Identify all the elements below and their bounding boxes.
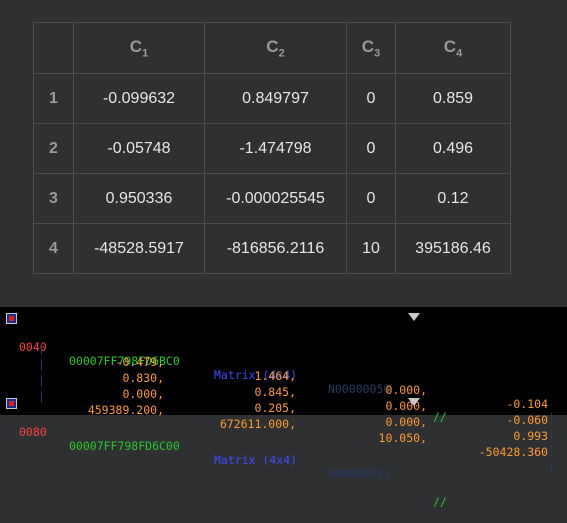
dropdown-arrow-icon[interactable] xyxy=(408,313,420,321)
matrix-value: 672611.000, xyxy=(219,417,296,431)
entry-comment: // xyxy=(433,495,447,509)
table-cell[interactable]: -1.474798 xyxy=(204,123,347,174)
table-cell[interactable]: -0.000025545 xyxy=(204,173,347,224)
matrix-table: C1 C2 C3 C4 1 -0.099632 0.849797 0 0.859… xyxy=(33,22,511,274)
matrix-value: 0.993 xyxy=(513,429,548,443)
column-header-c1[interactable]: C1 xyxy=(73,22,205,74)
matrix-value: 0.000, xyxy=(385,415,427,429)
matrix-value-row: | -0.479, 1.464, 0.000, -0.104 | xyxy=(38,341,555,425)
table-cell[interactable]: 0.12 xyxy=(395,173,511,224)
matrix-node-icon xyxy=(6,398,17,409)
table-row: 1 -0.099632 0.849797 0 0.859 xyxy=(33,73,511,124)
matrix-node-icon xyxy=(6,313,17,324)
entry-address: 00007FF798FD6C00 xyxy=(69,439,180,453)
matrix-value: 0.000, xyxy=(385,399,427,413)
entry-comment: // xyxy=(433,410,447,424)
entry-id: N00000051 xyxy=(328,467,391,481)
table-cell[interactable]: -48528.5917 xyxy=(73,223,205,274)
table-cell[interactable]: 0 xyxy=(346,173,396,224)
table-cell[interactable]: -816856.2116 xyxy=(204,223,347,274)
table-cell[interactable]: 0.950336 xyxy=(73,173,205,224)
corner-cell xyxy=(33,22,74,74)
dropdown-arrow-icon[interactable] xyxy=(408,398,420,406)
table-cell[interactable]: 0 xyxy=(346,73,396,124)
matrix-value: -50428.360 xyxy=(478,445,548,459)
entry-type: Matrix (4x4) xyxy=(214,453,298,467)
matrix-header-row: C1 C2 C3 C4 xyxy=(33,22,511,74)
row-header: 3 xyxy=(33,173,74,224)
table-cell[interactable]: 10 xyxy=(346,223,396,274)
row-header: 4 xyxy=(33,223,74,274)
table-cell[interactable]: -0.05748 xyxy=(73,123,205,174)
matrix-value-row: | 459389.200, 672611.000, 10.050, -50428… xyxy=(38,389,555,473)
table-cell[interactable]: 0.496 xyxy=(395,123,511,174)
row-header: 1 xyxy=(33,73,74,124)
matrix-value: 0.205, xyxy=(254,401,296,415)
table-cell[interactable]: -0.099632 xyxy=(73,73,205,124)
console-entry-row[interactable]: 0040 00007FF798FD6BC0 Matrix (4x4) N0000… xyxy=(0,312,447,424)
table-row: 4 -48528.5917 -816856.2116 10 395186.46 xyxy=(33,223,511,274)
table-cell[interactable]: 0 xyxy=(346,123,396,174)
column-header-c3[interactable]: C3 xyxy=(346,22,396,74)
matrix-value: -0.060 xyxy=(506,413,548,427)
matrix-value: 10.050, xyxy=(378,431,427,445)
matrix-value: 0.000, xyxy=(122,387,164,401)
console-entry-row[interactable]: 0080 00007FF798FD6C00 Matrix (4x4) N0000… xyxy=(0,397,447,509)
row-header: 2 xyxy=(33,123,74,174)
memory-console: 0040 00007FF798FD6BC0 Matrix (4x4) N0000… xyxy=(0,307,567,509)
table-cell[interactable]: 0.859 xyxy=(395,73,511,124)
matrix-value: -0.104 xyxy=(506,397,548,411)
column-header-c4[interactable]: C4 xyxy=(395,22,511,74)
table-row: 3 0.950336 -0.000025545 0 0.12 xyxy=(33,173,511,224)
matrix-view-panel: C1 C2 C3 C4 1 -0.099632 0.849797 0 0.859… xyxy=(0,0,567,307)
matrix-value-row: | 0.830, 0.845, 0.000, -0.060 | xyxy=(38,357,555,441)
column-header-c2[interactable]: C2 xyxy=(204,22,347,74)
entry-offset: 0080 xyxy=(19,425,47,439)
table-row: 2 -0.05748 -1.474798 0 0.496 xyxy=(33,123,511,174)
table-cell[interactable]: 0.849797 xyxy=(204,73,347,124)
matrix-value-row: | 0.000, 0.205, 0.000, 0.993 | xyxy=(38,373,555,457)
table-cell[interactable]: 395186.46 xyxy=(395,223,511,274)
